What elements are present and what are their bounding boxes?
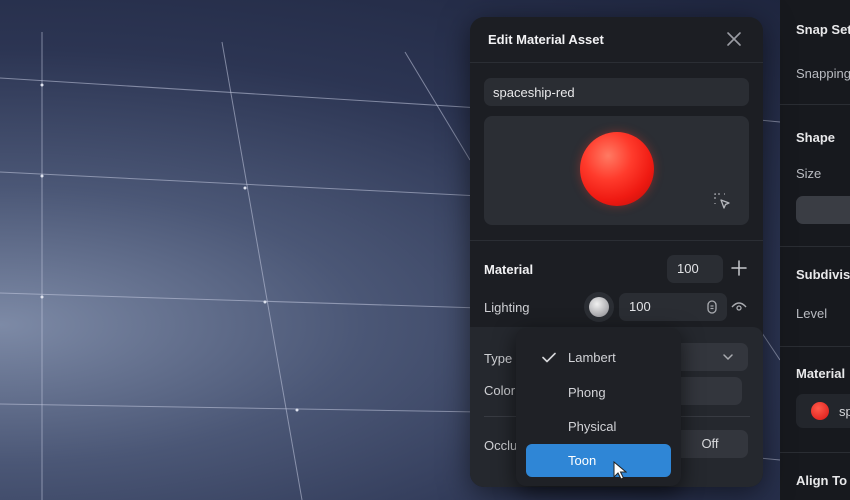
dropdown-option-physical[interactable]: Physical xyxy=(526,410,671,443)
side-divider xyxy=(780,246,850,247)
material-name: sp xyxy=(839,404,850,419)
lighting-ball xyxy=(589,297,609,317)
check-icon xyxy=(542,352,556,363)
visibility-icon[interactable] xyxy=(731,300,747,314)
section-divider xyxy=(470,240,763,241)
dropdown-option-toon[interactable]: Toon xyxy=(526,444,671,477)
type-dropdown-menu: Lambert Phong Physical Toon xyxy=(516,328,681,486)
add-icon[interactable] xyxy=(731,260,747,276)
dropdown-option-lambert[interactable]: Lambert xyxy=(526,341,671,374)
lock-icon[interactable] xyxy=(706,300,718,314)
type-label: Type xyxy=(484,351,513,366)
option-label: Physical xyxy=(568,419,617,434)
side-divider xyxy=(780,104,850,105)
color-field[interactable] xyxy=(672,377,742,405)
close-icon[interactable] xyxy=(724,29,744,49)
side-divider xyxy=(780,452,850,453)
side-divider xyxy=(780,346,850,347)
snap-settings-title: Snap Set xyxy=(796,22,850,37)
snapping-label: Snapping xyxy=(796,66,850,81)
material-label: Material xyxy=(484,262,534,277)
subdivision-title: Subdivisi xyxy=(796,267,850,282)
option-label: Lambert xyxy=(568,350,616,365)
color-label: Color xyxy=(484,383,516,398)
select-cursor-icon[interactable] xyxy=(712,191,732,211)
header-divider xyxy=(470,62,763,63)
align-title: Align To P xyxy=(796,473,850,488)
material-value-field[interactable]: 100 xyxy=(667,255,723,283)
material-color-swatch xyxy=(811,402,829,420)
lighting-label: Lighting xyxy=(484,300,530,315)
occlusion-toggle[interactable]: Off xyxy=(672,430,748,458)
dialog-title: Edit Material Asset xyxy=(488,32,604,47)
occlusion-label: Occlu xyxy=(484,438,518,453)
option-label: Phong xyxy=(568,385,606,400)
level-label: Level xyxy=(796,306,828,321)
material-selector[interactable]: sp xyxy=(796,394,850,428)
lighting-swatch[interactable] xyxy=(584,292,614,322)
properties-side-panel: Snap Set Snapping Shape Size Subdivisi L… xyxy=(780,0,850,500)
preview-sphere xyxy=(580,132,654,206)
mouse-pointer-icon xyxy=(613,461,627,480)
material-title: Material xyxy=(796,366,846,381)
type-select[interactable] xyxy=(672,343,748,371)
material-preview xyxy=(484,116,749,225)
chevron-down-icon xyxy=(723,354,733,361)
size-label: Size xyxy=(796,166,822,181)
material-name-input[interactable] xyxy=(484,78,749,106)
size-input[interactable] xyxy=(796,196,850,224)
dropdown-option-phong[interactable]: Phong xyxy=(526,376,671,409)
option-label: Toon xyxy=(568,453,597,468)
shape-title: Shape xyxy=(796,130,836,145)
